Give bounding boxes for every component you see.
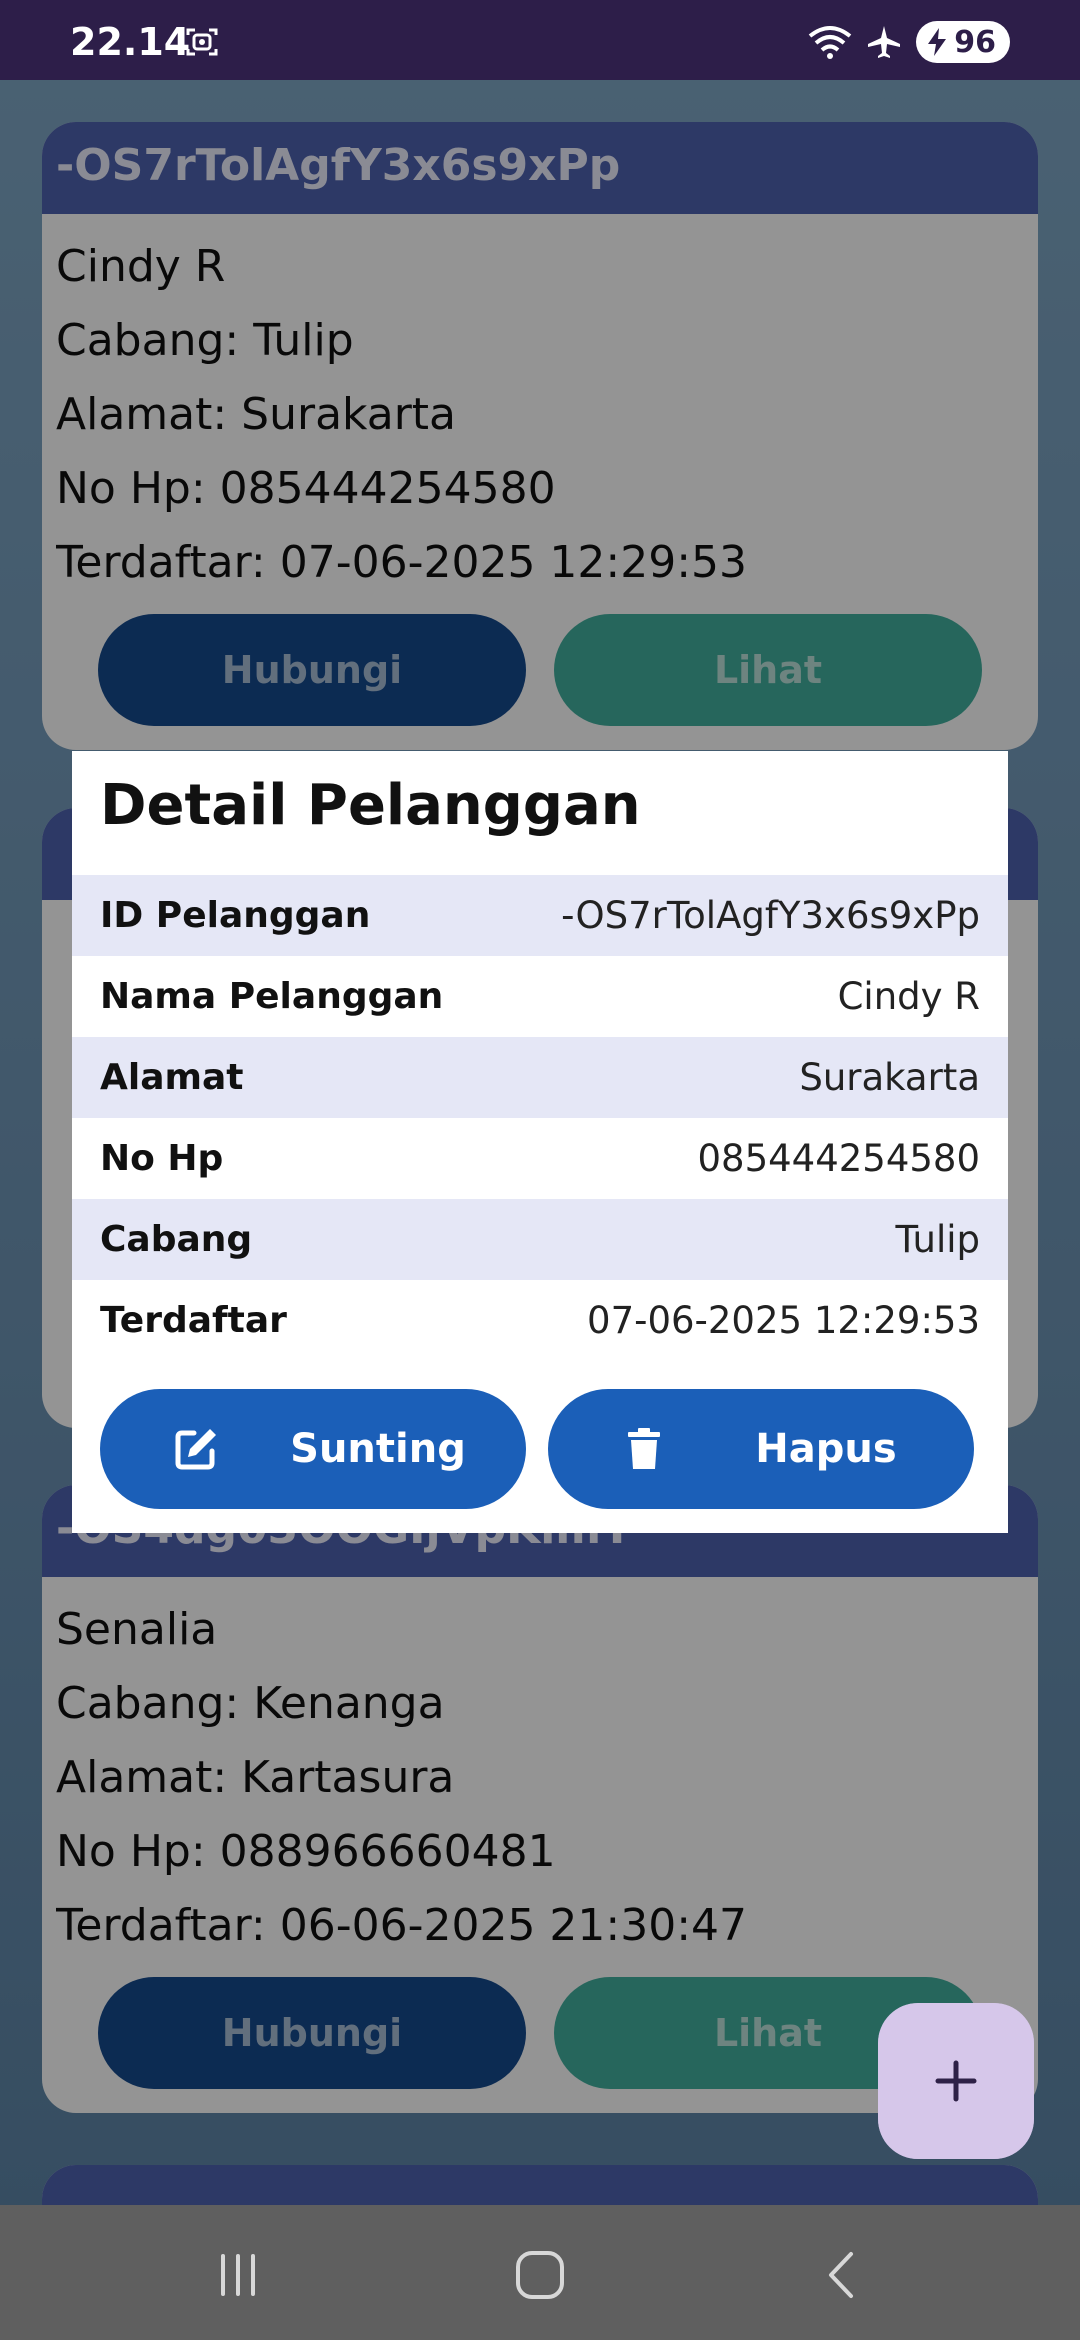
detail-row-address: Alamat Surakarta xyxy=(72,1037,1008,1118)
detail-label: Cabang xyxy=(100,1219,253,1260)
delete-button-label: Hapus xyxy=(755,1426,897,1472)
delete-button[interactable]: Hapus xyxy=(548,1389,974,1509)
detail-value: 085444254580 xyxy=(697,1137,981,1180)
airplane-icon xyxy=(868,26,901,58)
status-bar: 22.14 96 xyxy=(0,0,1080,80)
detail-label: Alamat xyxy=(100,1057,244,1098)
detail-value: -OS7rTolAgfY3x6s9xPp xyxy=(561,894,980,937)
detail-label: No Hp xyxy=(100,1138,224,1179)
detail-row-name: Nama Pelanggan Cindy R xyxy=(72,956,1008,1037)
screen-record-icon xyxy=(186,28,218,56)
battery-charging-icon xyxy=(928,28,947,56)
home-icon xyxy=(516,2251,564,2299)
detail-row-phone: No Hp 085444254580 xyxy=(72,1118,1008,1199)
detail-table: ID Pelanggan -OS7rTolAgfY3x6s9xPp Nama P… xyxy=(72,875,1008,1361)
plus-icon xyxy=(935,2060,977,2102)
add-customer-button[interactable] xyxy=(878,2003,1034,2159)
edit-icon xyxy=(175,1429,216,1470)
detail-value: 07-06-2025 12:29:53 xyxy=(587,1299,980,1342)
trash-icon xyxy=(628,1428,660,1469)
detail-value: Tulip xyxy=(895,1218,980,1261)
back-icon xyxy=(829,2252,853,2298)
battery-indicator: 96 xyxy=(916,21,1010,63)
detail-value: Surakarta xyxy=(799,1056,980,1099)
back-button[interactable] xyxy=(802,2235,882,2315)
detail-row-branch: Cabang Tulip xyxy=(72,1199,1008,1280)
detail-label: Terdaftar xyxy=(100,1300,287,1341)
battery-level: 96 xyxy=(954,24,996,60)
system-nav-bar xyxy=(0,2205,1080,2340)
detail-value: Cindy R xyxy=(837,975,980,1018)
home-button[interactable] xyxy=(500,2235,580,2315)
detail-row-registered: Terdaftar 07-06-2025 12:29:53 xyxy=(72,1280,1008,1361)
status-time: 22.14 xyxy=(70,20,191,64)
detail-label: ID Pelanggan xyxy=(100,895,371,936)
dialog-title: Detail Pelanggan xyxy=(100,773,641,838)
wifi-icon xyxy=(809,26,852,59)
detail-label: Nama Pelanggan xyxy=(100,976,444,1017)
recent-apps-icon xyxy=(221,2254,255,2296)
customer-detail-dialog: Detail Pelanggan ID Pelanggan -OS7rTolAg… xyxy=(72,751,1008,1533)
recent-apps-button[interactable] xyxy=(198,2235,278,2315)
detail-row-id: ID Pelanggan -OS7rTolAgfY3x6s9xPp xyxy=(72,875,1008,956)
edit-button-label: Sunting xyxy=(290,1426,466,1472)
edit-button[interactable]: Sunting xyxy=(100,1389,526,1509)
